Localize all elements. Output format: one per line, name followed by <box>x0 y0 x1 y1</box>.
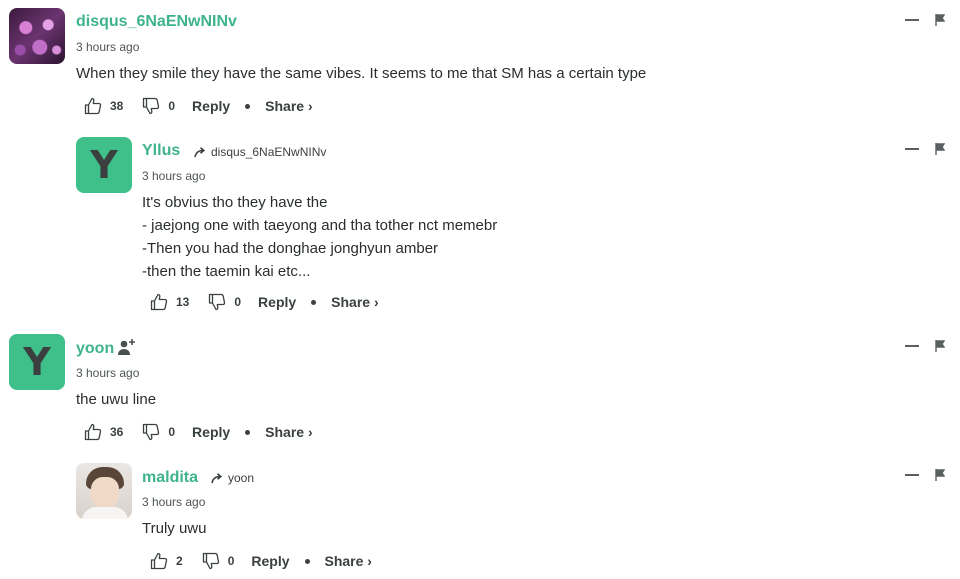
reply-button[interactable]: Reply <box>192 424 230 440</box>
upvote-count: 13 <box>176 295 190 309</box>
flag-icon[interactable] <box>935 143 945 155</box>
comment-line: Truly uwu <box>142 520 207 537</box>
comment-line: It's obvius tho they have the <box>142 194 328 211</box>
comment-body: Truly uwu <box>142 517 206 540</box>
thumbs-up-icon <box>84 97 102 115</box>
comment-timestamp[interactable]: 3 hours ago <box>76 40 139 54</box>
upvote-count: 38 <box>110 99 124 113</box>
reply-to-link[interactable]: disqus_6NaENwNINv <box>194 145 326 159</box>
downvote-count: 0 <box>168 425 176 439</box>
flag-icon[interactable] <box>935 340 945 352</box>
comment-author[interactable]: yoon <box>76 340 114 358</box>
avatar[interactable]: Y <box>76 137 132 193</box>
thumbs-down-icon <box>202 552 219 570</box>
thumbs-down-icon <box>143 97 160 115</box>
minimize-icon[interactable] <box>905 474 919 476</box>
reply-arrow-icon <box>211 472 223 483</box>
comment-timestamp[interactable]: 3 hours ago <box>76 366 139 380</box>
comment-actions: 38 0 Reply Share › <box>84 97 313 115</box>
reply-button[interactable]: Reply <box>258 294 296 310</box>
comment-controls <box>905 143 945 155</box>
upvote-count: 36 <box>110 425 124 439</box>
thumbs-up-icon <box>150 293 168 311</box>
comment-actions: 36 0 Reply Share › <box>84 423 313 441</box>
comment-line: When they smile they have the same vibes… <box>76 65 647 82</box>
downvote-button[interactable]: 0 <box>142 423 175 441</box>
flag-icon[interactable] <box>935 469 945 481</box>
reply-button[interactable]: Reply <box>192 98 230 114</box>
share-button[interactable]: Share › <box>265 98 312 114</box>
upvote-button[interactable]: 2 <box>150 552 183 570</box>
add-user-icon[interactable] <box>117 338 137 356</box>
upvote-button[interactable]: 36 <box>84 423 123 441</box>
minimize-icon[interactable] <box>905 345 919 347</box>
downvote-button[interactable]: 0 <box>142 97 175 115</box>
comment-body: the uwu line <box>76 388 156 411</box>
avatar[interactable] <box>9 8 65 64</box>
avatar[interactable]: Y <box>9 334 65 390</box>
comment-timestamp[interactable]: 3 hours ago <box>142 495 205 509</box>
share-button[interactable]: Share › <box>331 294 378 310</box>
upvote-button[interactable]: 38 <box>84 97 123 115</box>
thumbs-down-icon <box>143 423 160 441</box>
comment-controls <box>905 340 945 352</box>
upvote-button[interactable]: 13 <box>150 293 189 311</box>
comment-line: -then the taemin kai etc... <box>142 263 311 280</box>
comment-controls <box>905 14 945 26</box>
separator-dot <box>311 299 317 305</box>
separator-dot <box>245 103 251 109</box>
share-button[interactable]: Share › <box>265 424 312 440</box>
comment-controls <box>905 469 945 481</box>
comment-timestamp[interactable]: 3 hours ago <box>142 169 205 183</box>
avatar-body <box>82 507 128 519</box>
minimize-icon[interactable] <box>905 148 919 150</box>
upvote-count: 2 <box>176 554 183 568</box>
minimize-icon[interactable] <box>905 19 919 21</box>
comment-body: It's obvius tho they have the - jaejong … <box>142 191 497 283</box>
thumbs-up-icon <box>150 552 168 570</box>
comment-author[interactable]: maldita <box>142 469 198 487</box>
reply-to-name: yoon <box>228 471 255 485</box>
flag-icon[interactable] <box>935 14 945 26</box>
separator-dot <box>304 558 310 564</box>
downvote-button[interactable]: 0 <box>208 293 241 311</box>
thumbs-down-icon <box>209 293 226 311</box>
avatar[interactable] <box>76 463 132 519</box>
downvote-count: 0 <box>227 554 235 568</box>
reply-arrow-icon <box>194 146 206 157</box>
thumbs-up-icon <box>84 423 102 441</box>
comment-author[interactable]: disqus_6NaENwNINv <box>76 13 237 31</box>
comment-line: the uwu line <box>76 391 157 408</box>
reply-to-name: disqus_6NaENwNINv <box>211 145 327 159</box>
comment-line: - jaejong one with taeyong and tha tothe… <box>142 217 498 234</box>
comment-line: -Then you had the donghae jonghyun amber <box>142 240 439 257</box>
comment-actions: 13 0 Reply Share › <box>150 293 379 311</box>
separator-dot <box>245 429 251 435</box>
avatar-face <box>91 477 119 509</box>
share-button[interactable]: Share › <box>325 553 372 569</box>
comment-body: When they smile they have the same vibes… <box>76 62 646 85</box>
comment-author[interactable]: Yllus <box>142 142 180 160</box>
comment-actions: 2 0 Reply Share › <box>150 552 372 570</box>
reply-button[interactable]: Reply <box>251 553 289 569</box>
downvote-count: 0 <box>168 99 176 113</box>
downvote-button[interactable]: 0 <box>202 552 235 570</box>
reply-to-link[interactable]: yoon <box>211 471 254 485</box>
downvote-count: 0 <box>234 295 242 309</box>
